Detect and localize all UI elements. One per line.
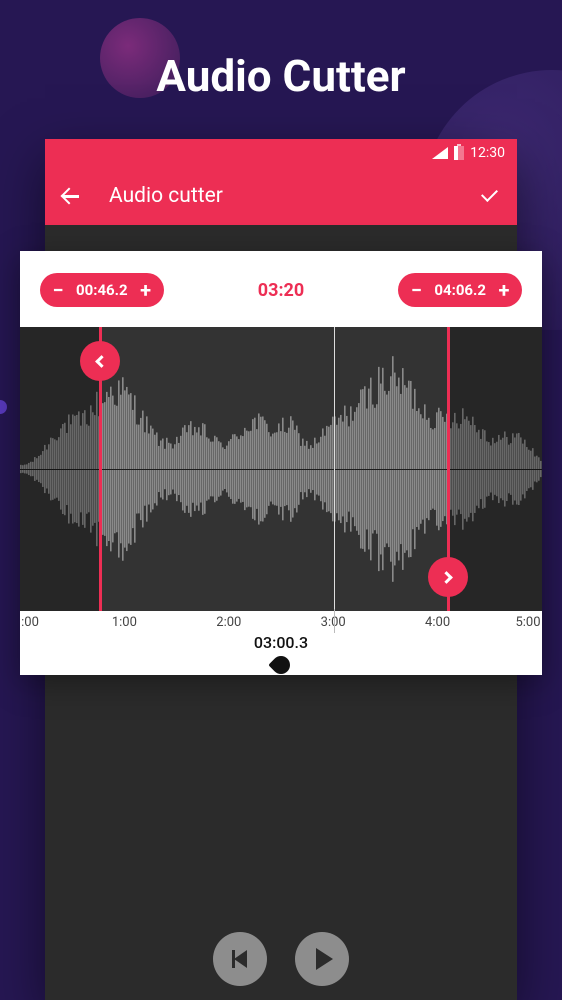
ruler-tick: 4:00 bbox=[425, 615, 450, 630]
playhead-marker-icon[interactable] bbox=[268, 652, 293, 677]
playback-controls bbox=[45, 932, 517, 986]
skip-previous-icon bbox=[230, 949, 250, 969]
start-decrease-button[interactable]: − bbox=[46, 278, 70, 302]
previous-button[interactable] bbox=[213, 932, 267, 986]
status-time: 12:30 bbox=[470, 145, 505, 161]
confirm-icon[interactable] bbox=[479, 185, 501, 207]
app-bar: Audio cutter bbox=[45, 167, 517, 225]
playhead-time-value: 03:00.3 bbox=[20, 633, 542, 652]
battery-icon bbox=[454, 146, 464, 160]
ruler-tick: 1:00 bbox=[112, 615, 137, 630]
time-ruler[interactable]: :001:002:003:004:005:00 03:00.3 bbox=[20, 611, 542, 675]
back-icon[interactable] bbox=[61, 185, 83, 207]
end-time-value: 04:06.2 bbox=[428, 281, 492, 299]
chevron-left-icon bbox=[96, 355, 109, 368]
chevron-right-icon bbox=[441, 571, 454, 584]
end-increase-button[interactable]: + bbox=[492, 278, 516, 302]
end-time-pill: − 04:06.2 + bbox=[398, 273, 522, 307]
ruler-playhead bbox=[334, 609, 335, 633]
ruler-tick: 5:00 bbox=[515, 615, 540, 630]
play-icon bbox=[316, 948, 333, 970]
duration-value: 03:20 bbox=[258, 280, 304, 301]
ruler-tick: :00 bbox=[21, 615, 39, 630]
appbar-title: Audio cutter bbox=[109, 184, 223, 208]
editor-card: − 00:46.2 + 03:20 − 04:06.2 + :00 1:00 2:0… bbox=[20, 251, 542, 675]
start-increase-button[interactable]: + bbox=[134, 278, 158, 302]
phone-frame: 12:30 Audio cutter − 00:46.2 + 03:20 − 0… bbox=[45, 139, 517, 1000]
page-title: Audio Cutter bbox=[0, 0, 562, 102]
waveform-area[interactable] bbox=[20, 327, 542, 611]
signal-icon bbox=[432, 147, 448, 159]
ruler-tick: 2:00 bbox=[216, 615, 241, 630]
start-time-pill: − 00:46.2 + bbox=[40, 273, 164, 307]
playhead-line[interactable] bbox=[334, 327, 335, 611]
status-bar: 12:30 bbox=[45, 139, 517, 167]
start-time-value: 00:46.2 bbox=[70, 281, 134, 299]
end-decrease-button[interactable]: − bbox=[404, 278, 428, 302]
play-button[interactable] bbox=[295, 932, 349, 986]
